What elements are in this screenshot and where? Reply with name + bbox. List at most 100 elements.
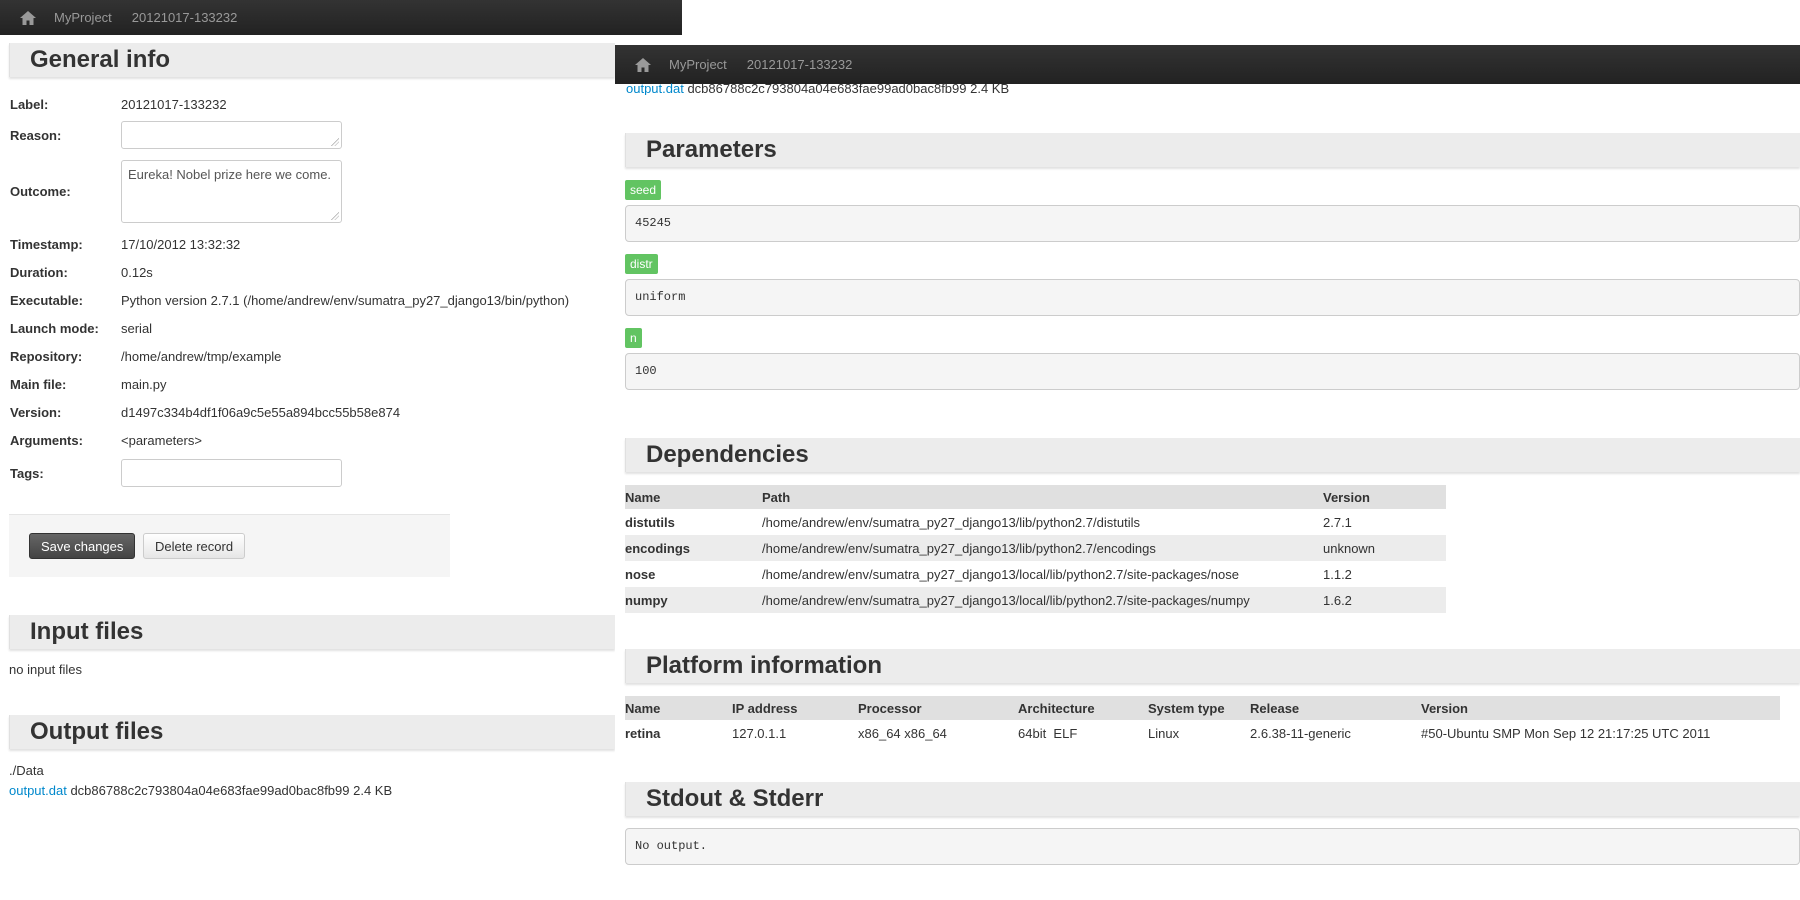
nav-record-link[interactable]: 20121017-133232: [132, 10, 238, 25]
outcome-key: Outcome:: [10, 183, 71, 199]
output-file-link[interactable]: output.dat: [9, 783, 67, 798]
stdout-box: No output.: [625, 828, 1800, 865]
param-name-badge: seed: [625, 180, 662, 200]
reason-key: Reason:: [10, 127, 62, 143]
table-row: numpy /home/andrew/env/sumatra_py27_djan…: [625, 587, 1446, 613]
delete-record-button[interactable]: Delete record: [143, 533, 246, 559]
platform-header-release: Release: [1250, 696, 1421, 720]
dependencies-section: Dependencies: [625, 438, 1800, 472]
table-row: distutils /home/andrew/env/sumatra_py27_…: [625, 509, 1446, 535]
output-file-link[interactable]: output.dat: [626, 81, 684, 95]
duration-key: Duration:: [10, 264, 68, 280]
dependencies-table: Name Path Version distutils /home/andrew…: [625, 485, 1446, 613]
dependencies-heading: Dependencies: [625, 438, 1800, 472]
dep-version: 1.6.2: [1323, 587, 1446, 613]
resize-grip-icon[interactable]: [331, 211, 339, 220]
dep-name: numpy: [625, 587, 762, 613]
platform-header-version: Version: [1421, 696, 1780, 720]
parameters-heading: Parameters: [625, 133, 1800, 167]
param-seed: seed 45245: [625, 180, 1800, 242]
arguments-value: <parameters>: [121, 432, 202, 448]
output-file-size: 2.4 KB: [353, 783, 393, 798]
nav-project-link[interactable]: MyProject: [669, 57, 727, 72]
output-file-hash: dcb86788c2c793804a04e683fae99ad0bac8fb99: [70, 783, 350, 798]
output-files-heading: Output files: [9, 715, 615, 749]
home-icon[interactable]: [20, 10, 36, 25]
table-row: retina 127.0.1.1 x86_64 x86_64 64bit ELF…: [625, 720, 1780, 746]
general-info-section: General info: [9, 43, 615, 77]
platform-ip: 127.0.1.1: [732, 725, 787, 741]
no-input-files-text: no input files: [9, 662, 82, 677]
launch-mode-key: Launch mode:: [10, 320, 99, 336]
platform-section: Platform information: [625, 649, 1800, 683]
navbar-left: MyProject 20121017-133232: [0, 0, 682, 35]
output-file-row: output.dat dcb86788c2c793804a04e683fae99…: [9, 783, 392, 798]
version-key: Version:: [10, 404, 62, 420]
repository-value: /home/andrew/tmp/example: [121, 348, 282, 364]
dep-name: encodings: [625, 535, 762, 561]
executable-key: Executable:: [10, 292, 83, 308]
tags-key: Tags:: [10, 465, 44, 481]
executable-value: Python version 2.7.1 (/home/andrew/env/s…: [121, 292, 570, 308]
general-info-heading: General info: [9, 43, 615, 77]
dep-path: /home/andrew/env/sumatra_py27_django13/l…: [762, 535, 1323, 561]
timestamp-value: 17/10/2012 13:32:32: [121, 236, 241, 252]
form-actions: Save changes Delete record: [9, 514, 450, 577]
dep-header-path: Path: [762, 485, 1323, 509]
left-pane: General info Label: 20121017-133232 Reas…: [0, 35, 615, 900]
outcome-field-value: Eureka! Nobel prize here we come.: [128, 166, 332, 182]
platform-heading: Platform information: [625, 649, 1800, 683]
main-file-key: Main file:: [10, 376, 67, 392]
input-files-section: Input files: [9, 615, 615, 649]
save-changes-button[interactable]: Save changes: [29, 533, 136, 559]
repository-key: Repository:: [10, 348, 83, 364]
param-name-badge: n: [625, 328, 642, 348]
right-pane: MyProject 20121017-133232 output.dat dcb…: [615, 45, 1800, 900]
platform-release: 2.6.38-11-generic: [1250, 725, 1351, 741]
tags-field[interactable]: [121, 459, 342, 487]
outcome-field[interactable]: Eureka! Nobel prize here we come.: [121, 159, 342, 223]
dep-path: /home/andrew/env/sumatra_py27_django13/l…: [762, 587, 1323, 613]
table-row: encodings /home/andrew/env/sumatra_py27_…: [625, 535, 1446, 561]
version-value: d1497c334b4df1f06a9c5e55a894bcc55b58e874: [121, 404, 401, 420]
param-distr: distr uniform: [625, 254, 1800, 316]
platform-processor: x86_64 x86_64: [858, 725, 947, 741]
resize-grip-icon[interactable]: [331, 138, 339, 146]
platform-header-system-type: System type: [1148, 696, 1250, 720]
platform-architecture: 64bit ELF: [1018, 725, 1078, 741]
main-file-value: main.py: [121, 376, 167, 392]
stdout-section: Stdout & Stderr: [625, 782, 1800, 816]
stdout-heading: Stdout & Stderr: [625, 782, 1800, 816]
platform-version: #50-Ubuntu SMP Mon Sep 12 21:17:25 UTC 2…: [1421, 725, 1711, 741]
nav-record-link[interactable]: 20121017-133232: [747, 57, 853, 72]
reason-field[interactable]: [121, 121, 342, 149]
table-row: nose /home/andrew/env/sumatra_py27_djang…: [625, 561, 1446, 587]
dep-name: nose: [625, 566, 656, 582]
label-key: Label:: [10, 96, 49, 112]
param-value-box: uniform: [625, 279, 1800, 316]
parameters-section: Parameters: [625, 133, 1800, 167]
platform-header-architecture: Architecture: [1018, 696, 1148, 720]
platform-name: retina: [625, 725, 661, 741]
platform-header-ip: IP address: [732, 696, 858, 720]
dep-header-version: Version: [1323, 485, 1446, 509]
dep-name: distutils: [625, 514, 675, 530]
dep-version: unknown: [1323, 535, 1446, 561]
param-n: n 100: [625, 328, 1800, 390]
platform-system-type: Linux: [1148, 725, 1180, 741]
dep-path: /home/andrew/env/sumatra_py27_django13/l…: [762, 566, 1239, 582]
dep-header-name: Name: [625, 485, 762, 509]
param-value-box: 45245: [625, 205, 1800, 242]
output-file-hash: dcb86788c2c793804a04e683fae99ad0bac8fb99: [687, 81, 967, 95]
arguments-key: Arguments:: [10, 432, 83, 448]
output-files-section: Output files: [9, 715, 615, 749]
output-dir: ./Data: [9, 763, 44, 778]
param-name-badge: distr: [625, 254, 658, 274]
output-file-size: 2.4 KB: [970, 81, 1010, 95]
home-icon[interactable]: [635, 57, 651, 72]
nav-project-link[interactable]: MyProject: [54, 10, 112, 25]
label-value: 20121017-133232: [121, 96, 227, 112]
timestamp-key: Timestamp:: [10, 236, 83, 252]
dep-version: 1.1.2: [1323, 566, 1352, 582]
platform-table: Name IP address Processor Architecture S…: [625, 696, 1780, 746]
